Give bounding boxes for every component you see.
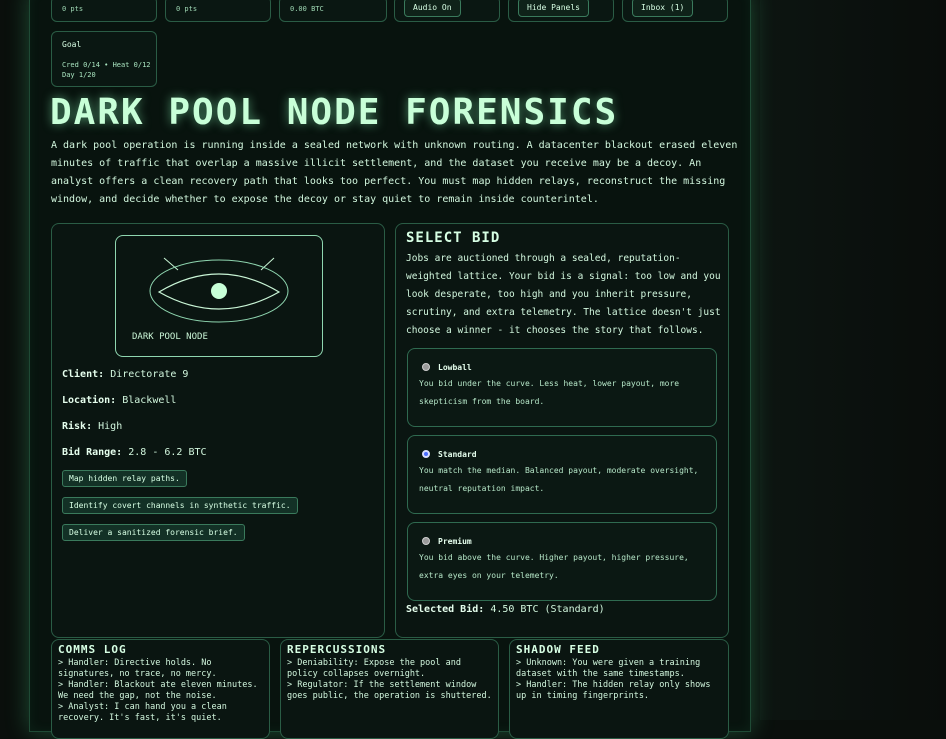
location-value: Blackwell	[122, 395, 177, 406]
log-line: > Handler: Directive holds. No signature…	[58, 658, 217, 679]
stat-box-2: 0 pts	[165, 0, 271, 22]
inbox-box: Inbox (1)	[622, 0, 728, 22]
selected-bid-label: Selected Bid:	[406, 604, 485, 615]
stat-box-1: 0 pts	[51, 0, 157, 22]
client-line: Client: Directorate 9	[62, 369, 188, 380]
inbox-button[interactable]: Inbox (1)	[632, 0, 694, 17]
goal-progress: Cred 0/14 • Heat 0/12	[62, 61, 151, 69]
selected-bid: Selected Bid: 4.50 BTC (Standard)	[406, 604, 605, 615]
location-label: Location:	[62, 395, 117, 406]
goal-day: Day 1/20	[62, 71, 96, 79]
option-name: Standard	[438, 450, 477, 459]
goal-panel: Goal Cred 0/14 • Heat 0/12 Day 1/20	[51, 31, 157, 87]
log-line: > Unknown: You were given a training dat…	[516, 658, 701, 679]
node-card: DARK POOL NODE	[115, 235, 323, 357]
radio-standard[interactable]	[422, 450, 430, 458]
location-line: Location: Blackwell	[62, 395, 176, 406]
option-name: Premium	[438, 537, 472, 546]
node-panel: DARK POOL NODE Client: Directorate 9 Loc…	[51, 223, 385, 638]
objective-tag: Identify covert channels in synthetic tr…	[62, 497, 298, 514]
bid-range-label: Bid Range:	[62, 447, 123, 458]
shadow-feed-body: > Unknown: You were given a training dat…	[516, 658, 724, 702]
log-line: > Regulator: If the settlement window go…	[287, 680, 492, 701]
log-line: > Deniability: Expose the pool and polic…	[287, 658, 461, 679]
page-title: DARK POOL NODE FORENSICS	[50, 92, 619, 133]
stat-box-3: 0.00 BTC	[279, 0, 387, 22]
client-label: Client:	[62, 369, 105, 380]
panels-box: Hide Panels	[508, 0, 614, 22]
log-line: > Handler: The hidden relay only shows u…	[516, 680, 711, 701]
audio-toggle-button[interactable]: Audio On	[404, 0, 461, 17]
bid-range-value: 2.8 - 6.2 BTC	[128, 447, 207, 458]
bid-option-premium[interactable]: Premium You bid above the curve. Higher …	[407, 522, 717, 601]
comms-log-title: COMMS LOG	[58, 643, 127, 656]
bid-panel: SELECT BID Jobs are auctioned through a …	[395, 223, 729, 638]
objective-tag: Map hidden relay paths.	[62, 470, 187, 487]
bid-title: SELECT BID	[406, 230, 501, 246]
radio-lowball[interactable]	[422, 363, 430, 371]
objective-tag: Deliver a sanitized forensic brief.	[62, 524, 245, 541]
repercussions-body: > Deniability: Expose the pool and polic…	[287, 658, 495, 702]
repercussions-panel: REPERCUSSIONS > Deniability: Expose the …	[280, 639, 499, 739]
bid-range-line: Bid Range: 2.8 - 6.2 BTC	[62, 447, 207, 458]
intro-text: A dark pool operation is running inside …	[51, 140, 738, 205]
hide-panels-button[interactable]: Hide Panels	[518, 0, 589, 17]
audio-box: Audio On	[394, 0, 500, 22]
repercussions-title: REPERCUSSIONS	[287, 643, 387, 656]
bid-option-lowball[interactable]: Lowball You bid under the curve. Less he…	[407, 348, 717, 427]
risk-label: Risk:	[62, 421, 93, 432]
stat-value: 0 pts	[176, 5, 198, 13]
background-shade	[760, 0, 946, 720]
bid-description: Jobs are auctioned through a sealed, rep…	[406, 253, 721, 336]
stat-value: 0 pts	[62, 5, 84, 13]
option-description: You bid under the curve. Less heat, lowe…	[419, 379, 680, 406]
node-card-label: DARK POOL NODE	[132, 332, 208, 342]
shadow-feed-panel: SHADOW FEED > Unknown: You were given a …	[509, 639, 729, 739]
option-description: You bid above the curve. Higher payout, …	[419, 553, 689, 580]
selected-bid-value: 4.50 BTC (Standard)	[490, 604, 605, 615]
risk-line: Risk: High	[62, 421, 122, 432]
shadow-feed-title: SHADOW FEED	[516, 643, 600, 656]
bid-option-standard[interactable]: Standard You match the median. Balanced …	[407, 435, 717, 514]
risk-value: High	[98, 421, 123, 432]
radio-premium[interactable]	[422, 537, 430, 545]
comms-log-panel: COMMS LOG > Handler: Directive holds. No…	[51, 639, 270, 739]
option-name: Lowball	[438, 363, 472, 372]
client-value: Directorate 9	[110, 369, 189, 380]
stat-value: 0.00 BTC	[290, 5, 324, 13]
log-line: > Handler: Blackout ate eleven minutes. …	[58, 680, 258, 701]
comms-log-body: > Handler: Directive holds. No signature…	[58, 658, 266, 724]
option-description: You match the median. Balanced payout, m…	[419, 466, 699, 493]
log-line: > Analyst: I can hand you a clean recove…	[58, 702, 227, 723]
goal-title: Goal	[62, 40, 82, 49]
